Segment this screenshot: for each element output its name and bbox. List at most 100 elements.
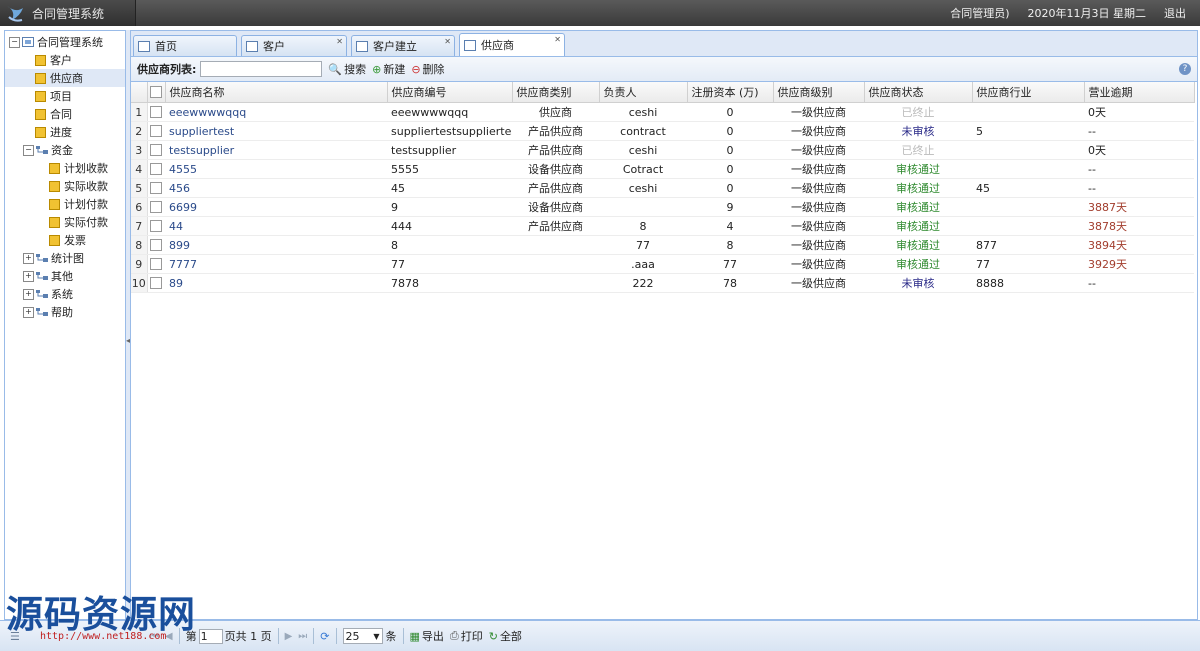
refresh-button[interactable]: ⟳ [320,630,329,643]
tab-home[interactable]: 首页 [133,35,237,56]
supplier-name-link[interactable]: 89 [165,273,387,293]
supplier-name-link[interactable]: testsupplier [165,140,387,160]
sidebar-item[interactable]: 发票 [5,231,125,249]
sidebar-item[interactable]: 实际付款 [5,213,125,231]
supplier-name-link[interactable]: 899 [165,235,387,255]
column-header[interactable]: 供应商编号 [387,82,513,103]
new-button[interactable]: ⊕ 新建 [372,61,405,77]
tab-customer[interactable]: 客户 ✕ [241,35,347,56]
table-row[interactable]: 8 899 8 77 8 一级供应商 审核通过 877 3894天 [131,235,1194,255]
supplier-contact: ceshi [599,102,687,122]
sidebar-item[interactable]: + 帮助 [5,303,125,321]
sidebar-item[interactable]: − 资金 [5,141,125,159]
row-checkbox[interactable] [147,178,165,198]
delete-button[interactable]: ⊖ 删除 [411,61,444,77]
show-all-button[interactable]: ↻ 全部 [489,628,522,644]
expand-icon[interactable]: + [23,288,34,300]
row-checkbox[interactable] [147,235,165,255]
supplier-category: 产品供应商 [512,178,599,198]
next-page-button[interactable]: ▶ [285,631,293,642]
row-checkbox[interactable] [147,121,165,141]
supplier-contact: ceshi [599,178,687,198]
search-input[interactable] [200,61,323,77]
logout-link[interactable]: 退出 [1164,5,1186,21]
table-row[interactable]: 6 6699 9 设备供应商 9 一级供应商 审核通过 3887天 [131,197,1194,217]
column-header[interactable]: 注册资本 (万) [687,82,774,103]
search-button[interactable]: 🔍 搜索 [328,61,366,77]
supplier-name-link[interactable]: suppliertest [165,121,387,141]
supplier-level: 一级供应商 [773,254,864,274]
tab-supplier[interactable]: 供应商 ✕ [459,33,565,56]
supplier-level: 一级供应商 [773,140,864,160]
expand-icon[interactable]: + [23,270,34,282]
sidebar-item[interactable]: 实际收款 [5,177,125,195]
supplier-name-link[interactable]: 4555 [165,159,387,179]
supplier-name-link[interactable]: 7777 [165,254,387,274]
row-checkbox[interactable] [147,273,165,293]
table-row[interactable]: 9 7777 77 .aaa 77 一级供应商 审核通过 77 3929天 [131,254,1194,274]
print-button[interactable]: ⎙ 打印 [450,628,483,644]
column-header[interactable]: 供应商级别 [773,82,865,103]
sidebar-item[interactable]: + 系统 [5,285,125,303]
new-label: 新建 [383,63,406,76]
tab-label: 供应商 [481,39,514,52]
collapse-icon[interactable]: − [23,144,34,156]
last-page-button[interactable]: ⏭ [298,631,307,642]
registered-capital: 0 [687,102,773,122]
supplier-name-link[interactable]: 6699 [165,197,387,217]
collapse-icon[interactable]: − [9,36,20,48]
sidebar-item[interactable]: 合同 [5,105,125,123]
supplier-name-link[interactable]: eeewwwwqqq [165,102,387,122]
export-button[interactable]: ▦ 导出 [410,628,444,644]
sidebar-item[interactable]: 进度 [5,123,125,141]
expand-icon[interactable]: + [23,252,34,264]
sidebar-item[interactable]: 计划收款 [5,159,125,177]
current-date: 2020年11月3日 星期二 [1027,7,1147,20]
table-row[interactable]: 5 456 45 产品供应商 ceshi 0 一级供应商 审核通过 45 -- [131,178,1194,198]
sidebar-item[interactable]: + 其他 [5,267,125,285]
tab-customer-create[interactable]: 客户建立 ✕ [351,35,455,56]
supplier-level: 一级供应商 [773,273,864,293]
select-all-checkbox[interactable] [147,82,166,103]
page-icon [49,180,60,192]
row-checkbox[interactable] [147,159,165,179]
row-checkbox[interactable] [147,102,165,122]
column-header[interactable]: 供应商行业 [972,82,1085,103]
row-number: 1 [131,102,148,122]
row-checkbox[interactable] [147,197,165,217]
table-row[interactable]: 3 testsupplier testsupplier 产品供应商 ceshi 0 一级供应… [131,140,1194,160]
supplier-name-link[interactable]: 44 [165,216,387,236]
page-size-select[interactable]: 25 ▼ [342,628,383,644]
sidebar-item[interactable]: 客户 [5,51,125,69]
row-checkbox[interactable] [147,140,165,160]
close-icon[interactable]: ✕ [554,35,561,44]
column-header[interactable]: 供应商名称 [165,82,388,103]
tree-root[interactable]: − 合同管理系统 [5,33,125,51]
supplier-name-link[interactable]: 456 [165,178,387,198]
column-header[interactable]: 供应商类别 [512,82,600,103]
table-row[interactable]: 2 suppliertest suppliertestsuppliertest 产品供… [131,121,1194,141]
table-row[interactable]: 7 44 444 产品供应商 8 4 一级供应商 审核通过 3878天 [131,216,1194,236]
column-header[interactable]: 负责人 [599,82,688,103]
top-right-info: 合同管理员) 2020年11月3日 星期二 退出 [950,5,1200,21]
column-header[interactable]: 营业逾期 [1084,82,1195,103]
sidebar-item[interactable]: 项目 [5,87,125,105]
close-icon[interactable]: ✕ [444,37,451,46]
refresh-icon: ⟳ [320,629,330,643]
row-checkbox[interactable] [147,254,165,274]
expand-icon[interactable]: + [23,306,34,318]
row-checkbox[interactable] [147,216,165,236]
add-icon: ⊕ [372,62,382,76]
help-icon[interactable]: ? [1179,63,1191,75]
overdue-days: 0天 [1084,140,1194,160]
page-number-input[interactable]: 1 [198,628,223,644]
sidebar-item[interactable]: 供应商 [5,69,125,87]
column-header[interactable]: 供应商状态 [864,82,973,103]
supplier-level: 一级供应商 [773,159,864,179]
sidebar-item[interactable]: 计划付款 [5,195,125,213]
table-row[interactable]: 4 4555 5555 设备供应商 Cotract 0 一级供应商 审核通过 -- [131,159,1194,179]
sidebar-item[interactable]: + 统计图 [5,249,125,267]
close-icon[interactable]: ✕ [336,37,343,46]
table-row[interactable]: 1 eeewwwwqqq eeewwwwqqq 供应商 ceshi 0 一级供应商 已终止 0天 [131,102,1194,122]
table-row[interactable]: 10 89 7878 222 78 一级供应商 未审核 8888 -- [131,273,1194,293]
